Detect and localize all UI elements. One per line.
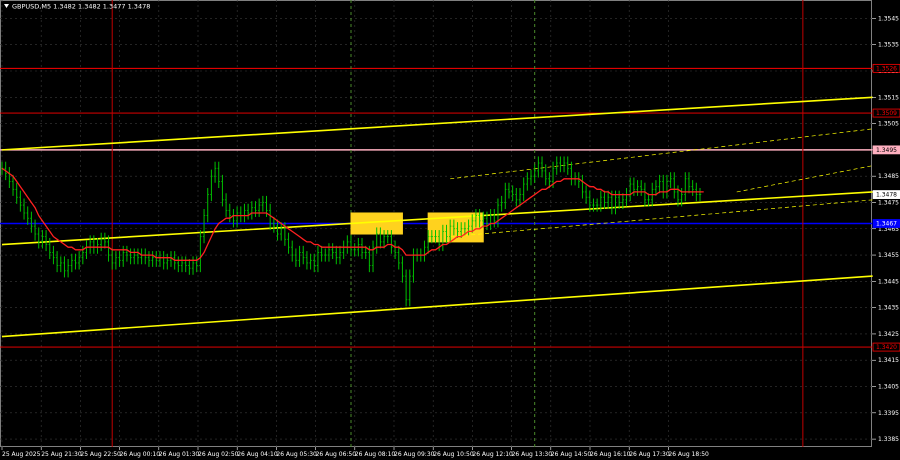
channel-line-dashed <box>736 165 873 193</box>
chart-header: GBPUSD,M5 1.3482 1.3482 1.3477 1.3478 <box>4 3 150 11</box>
y-tick-label: 1.3535 <box>878 42 899 49</box>
x-tick-label: 25 Aug 21:30 <box>41 451 82 458</box>
y-tick-label: 1.3545 <box>878 15 899 22</box>
x-tick-label: 26 Aug 02:50 <box>198 451 239 458</box>
x-tick-label: 25 Aug 22:50 <box>80 451 121 458</box>
symbol-info: GBPUSD,M5 1.3482 1.3482 1.3477 1.3478 <box>12 3 150 11</box>
x-tick-label: 26 Aug 12:10 <box>472 451 513 458</box>
y-tick-label: 1.3445 <box>878 278 899 285</box>
channel-line-dashed <box>450 128 873 180</box>
x-tick-label: 26 Aug 17:30 <box>629 451 670 458</box>
x-tick-label: 26 Aug 13:30 <box>512 451 553 458</box>
price-tag-label: 1.3509 <box>876 110 897 117</box>
y-tick-label: 1.3515 <box>878 94 899 101</box>
x-tick-label: 26 Aug 01:30 <box>159 451 200 458</box>
triangle-down-icon[interactable] <box>4 4 9 8</box>
price-tag-label: 1.3478 <box>876 192 897 199</box>
price-tag-label: 1.3420 <box>876 344 897 351</box>
y-tick-label: 1.3485 <box>878 173 899 180</box>
chart-window[interactable]: 1.35451.35351.35251.35151.35051.34951.34… <box>0 0 900 460</box>
y-tick-label: 1.3405 <box>878 384 899 391</box>
price-tag-label: 1.3495 <box>876 147 897 154</box>
y-tick-label: 1.3395 <box>878 410 899 417</box>
x-tick-label: 26 Aug 06:50 <box>316 451 357 458</box>
price-chart[interactable]: 1.35451.35351.35251.35151.35051.34951.34… <box>0 0 900 460</box>
y-tick-label: 1.3435 <box>878 305 899 312</box>
y-tick-label: 1.3425 <box>878 331 899 338</box>
x-tick-label: 25 Aug 2025 <box>2 451 41 458</box>
time-axis[interactable]: 25 Aug 2025 25 Aug 21:3025 Aug 22:5026 Au… <box>1 447 709 458</box>
x-tick-label: 26 Aug 00:10 <box>120 451 161 458</box>
y-tick-label: 1.3415 <box>878 357 899 364</box>
y-tick-label: 1.3475 <box>878 199 899 206</box>
x-tick-label: 26 Aug 05:30 <box>276 451 317 458</box>
price-tag-label: 1.3526 <box>876 65 897 72</box>
x-tick-label: 26 Aug 04:10 <box>237 451 278 458</box>
x-tick-label: 26 Aug 08:10 <box>355 451 396 458</box>
price-tag-label: 1.3467 <box>876 221 897 228</box>
x-tick-label: 26 Aug 16:10 <box>590 451 631 458</box>
channel-line <box>1 275 873 338</box>
channel-line <box>1 96 873 151</box>
y-tick-label: 1.3455 <box>878 252 899 259</box>
price-axis[interactable]: 1.35451.35351.35251.35151.35051.34951.34… <box>872 15 899 443</box>
x-tick-label: 26 Aug 18:50 <box>668 451 709 458</box>
horizontal-levels <box>0 67 872 348</box>
x-tick-label: 26 Aug 10:50 <box>433 451 474 458</box>
y-tick-label: 1.3385 <box>878 436 899 443</box>
y-tick-label: 1.3505 <box>878 121 899 128</box>
x-tick-label: 26 Aug 14:50 <box>551 451 592 458</box>
x-tick-label: 26 Aug 09:30 <box>394 451 435 458</box>
